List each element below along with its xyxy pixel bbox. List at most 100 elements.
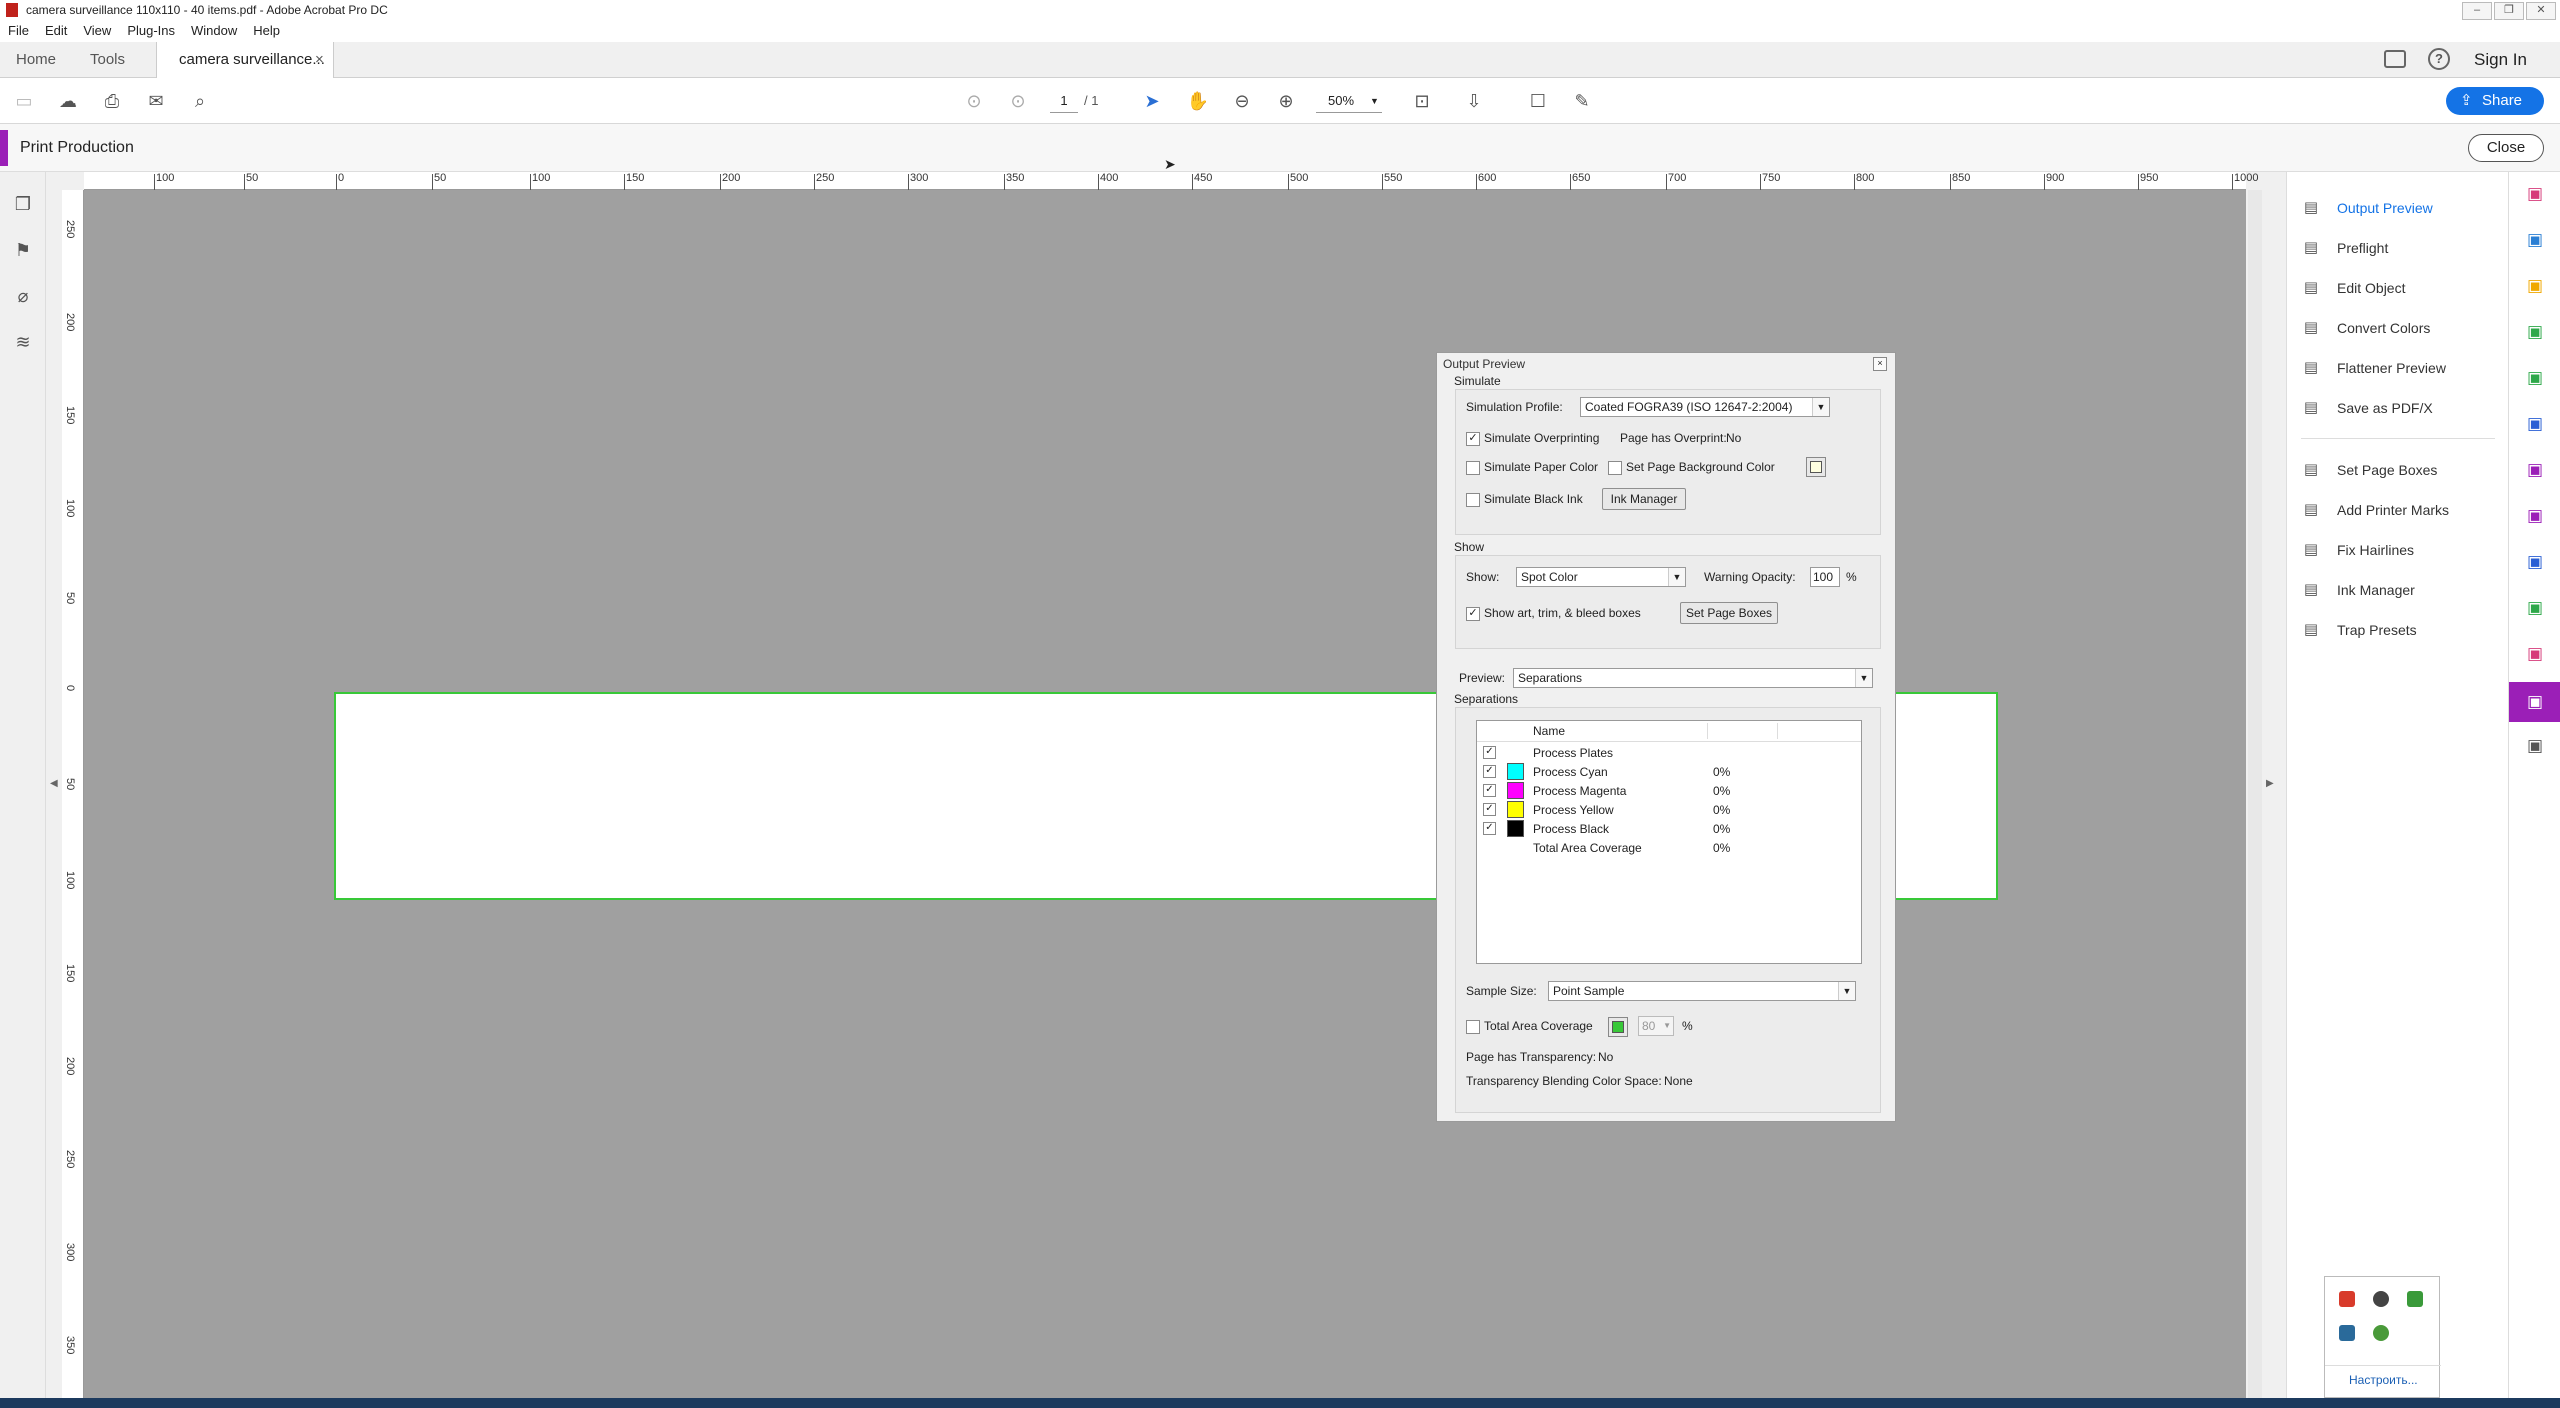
separation-row: ✓ Process Yellow 0% xyxy=(1477,800,1861,819)
next-page-icon[interactable]: ⊙ xyxy=(1006,89,1030,113)
simulate-black-ink-checkbox[interactable] xyxy=(1466,493,1480,507)
rail-tool-icon[interactable]: ▣ xyxy=(2523,320,2547,344)
tool-output-preview[interactable]: ▤ Output Preview xyxy=(2301,192,2501,224)
simulate-paper-color-checkbox[interactable] xyxy=(1466,461,1480,475)
separation-row: ✓ Process Magenta 0% xyxy=(1477,781,1861,800)
rail-tool-icon[interactable]: ▣ xyxy=(2523,458,2547,482)
rail-tool-icon[interactable]: ▣ xyxy=(2523,734,2547,758)
show-page-boxes-checkbox[interactable]: ✓ xyxy=(1466,607,1480,621)
rail-tool-icon[interactable]: ▣ xyxy=(2523,412,2547,436)
upload-icon[interactable]: ☁ xyxy=(56,89,80,113)
menu-help[interactable]: Help xyxy=(253,23,280,38)
tray-app-icon[interactable] xyxy=(2373,1325,2389,1341)
rail-tool-icon[interactable]: ▣ xyxy=(2509,682,2560,722)
comment-icon[interactable]: ☐ xyxy=(1526,89,1550,113)
minimize-button[interactable]: – xyxy=(2462,2,2492,20)
menu-plugins[interactable]: Plug-Ins xyxy=(127,23,175,38)
set-page-boxes-button[interactable]: Set Page Boxes xyxy=(1680,602,1778,624)
prev-page-icon[interactable]: ⊙ xyxy=(962,89,986,113)
bookmark-icon[interactable]: ⚑ xyxy=(11,238,35,262)
fit-page-icon[interactable]: ⊡ xyxy=(1410,89,1434,113)
tray-customize-link[interactable]: Настроить... xyxy=(2349,1373,2418,1387)
hand-tool-icon[interactable]: ✋ xyxy=(1186,89,1210,113)
tab-home[interactable]: Home xyxy=(16,42,56,78)
page-number-input[interactable]: 1 xyxy=(1050,90,1078,113)
menu-view[interactable]: View xyxy=(83,23,111,38)
save-icon[interactable]: ▭ xyxy=(12,89,36,113)
email-icon[interactable]: ✉ xyxy=(144,89,168,113)
document-canvas[interactable] xyxy=(84,190,2246,1400)
total-area-coverage-checkbox[interactable] xyxy=(1466,1020,1480,1034)
share-button[interactable]: ⇪ Share xyxy=(2446,87,2544,115)
tab-close-icon[interactable]: × xyxy=(315,42,324,78)
tool-fix-hairlines[interactable]: ▤ Fix Hairlines xyxy=(2301,534,2501,566)
preview-select[interactable]: Separations ▼ xyxy=(1513,668,1873,688)
tool-preflight[interactable]: ▤ Preflight xyxy=(2301,232,2501,264)
tray-app-icon[interactable] xyxy=(2339,1291,2355,1307)
pen-icon[interactable]: ✎ xyxy=(1570,89,1594,113)
rail-tool-icon[interactable]: ▣ xyxy=(2523,228,2547,252)
rail-tool-icon[interactable]: ▣ xyxy=(2523,596,2547,620)
ink-manager-button[interactable]: Ink Manager xyxy=(1602,488,1686,510)
rail-tool-icon[interactable]: ▣ xyxy=(2523,550,2547,574)
set-page-bg-color-checkbox[interactable] xyxy=(1608,461,1622,475)
warning-opacity-input[interactable]: 100 xyxy=(1810,567,1840,587)
tac-value-input[interactable]: 80 ▼ xyxy=(1638,1016,1674,1036)
menu-edit[interactable]: Edit xyxy=(45,23,67,38)
sample-size-select[interactable]: Point Sample ▼ xyxy=(1548,981,1856,1001)
close-window-button[interactable]: ✕ xyxy=(2526,2,2556,20)
ruler-tick-label: 600 xyxy=(1478,172,1497,184)
separation-checkbox[interactable]: ✓ xyxy=(1483,765,1496,778)
collapse-left-arrow-icon[interactable]: ◀ xyxy=(50,778,58,789)
tab-tools[interactable]: Tools xyxy=(90,42,125,78)
simulation-profile-select[interactable]: Coated FOGRA39 (ISO 12647-2:2004) ▼ xyxy=(1580,397,1830,417)
tool-set-page-boxes[interactable]: ▤ Set Page Boxes xyxy=(2301,454,2501,486)
rail-tool-icon[interactable]: ▣ xyxy=(2523,274,2547,298)
rail-tool-icon[interactable]: ▣ xyxy=(2523,642,2547,666)
restore-button[interactable]: ❐ xyxy=(2494,2,2524,20)
simulate-overprinting-checkbox[interactable]: ✓ xyxy=(1466,432,1480,446)
rail-tool-icon[interactable]: ▣ xyxy=(2523,504,2547,528)
zoom-in-icon[interactable]: ⊕ xyxy=(1274,89,1298,113)
separation-checkbox[interactable]: ✓ xyxy=(1483,746,1496,759)
separation-checkbox[interactable]: ✓ xyxy=(1483,822,1496,835)
show-select[interactable]: Spot Color ▼ xyxy=(1516,567,1686,587)
tool-convert-colors[interactable]: ▤ Convert Colors xyxy=(2301,312,2501,344)
select-arrow-icon[interactable]: ➤ xyxy=(1140,89,1164,113)
tool-add-printer-marks[interactable]: ▤ Add Printer Marks xyxy=(2301,494,2501,526)
comment-bubble-icon[interactable] xyxy=(2384,50,2406,68)
blending-space-value: None xyxy=(1664,1074,1693,1088)
tray-app-icon[interactable] xyxy=(2373,1291,2389,1307)
scroll-mode-icon[interactable]: ⇩ xyxy=(1462,89,1486,113)
tray-app-icon[interactable] xyxy=(2407,1291,2423,1307)
tool-save-as-pdf-x[interactable]: ▤ Save as PDF/X xyxy=(2301,392,2501,424)
tool-ink-manager[interactable]: ▤ Ink Manager xyxy=(2301,574,2501,606)
zoom-level-select[interactable]: 50% ▼ xyxy=(1316,90,1382,113)
tac-color-swatch[interactable] xyxy=(1608,1017,1628,1037)
page-thumbnails-icon[interactable]: ❐ xyxy=(11,192,35,216)
dialog-close-icon[interactable]: × xyxy=(1873,357,1887,371)
separation-checkbox[interactable]: ✓ xyxy=(1483,803,1496,816)
search-icon[interactable]: ⌕ xyxy=(188,89,212,113)
layers-icon[interactable]: ≋ xyxy=(11,330,35,354)
print-icon[interactable]: ⎙ xyxy=(100,89,124,113)
page-bg-color-swatch[interactable] xyxy=(1806,457,1826,477)
close-tool-button[interactable]: Close xyxy=(2468,134,2544,162)
sign-in-link[interactable]: Sign In xyxy=(2474,42,2527,78)
tab-document[interactable]: camera surveillance... × xyxy=(156,42,334,78)
menu-window[interactable]: Window xyxy=(191,23,237,38)
separation-name: Process Black xyxy=(1533,822,1610,836)
rail-tool-icon[interactable]: ▣ xyxy=(2523,182,2547,206)
tray-app-icon[interactable] xyxy=(2339,1325,2355,1341)
rail-tool-icon[interactable]: ▣ xyxy=(2523,366,2547,390)
attachment-icon[interactable]: ⌀ xyxy=(11,284,35,308)
tool-flattener-preview[interactable]: ▤ Flattener Preview xyxy=(2301,352,2501,384)
tool-edit-object[interactable]: ▤ Edit Object xyxy=(2301,272,2501,304)
menu-file[interactable]: File xyxy=(8,23,29,38)
help-icon[interactable]: ? xyxy=(2428,48,2450,70)
zoom-out-icon[interactable]: ⊖ xyxy=(1230,89,1254,113)
expand-right-arrow-icon[interactable]: ▶ xyxy=(2266,778,2274,789)
separation-checkbox[interactable]: ✓ xyxy=(1483,784,1496,797)
vertical-scrollbar[interactable] xyxy=(2248,190,2262,1400)
tool-trap-presets[interactable]: ▤ Trap Presets xyxy=(2301,614,2501,646)
